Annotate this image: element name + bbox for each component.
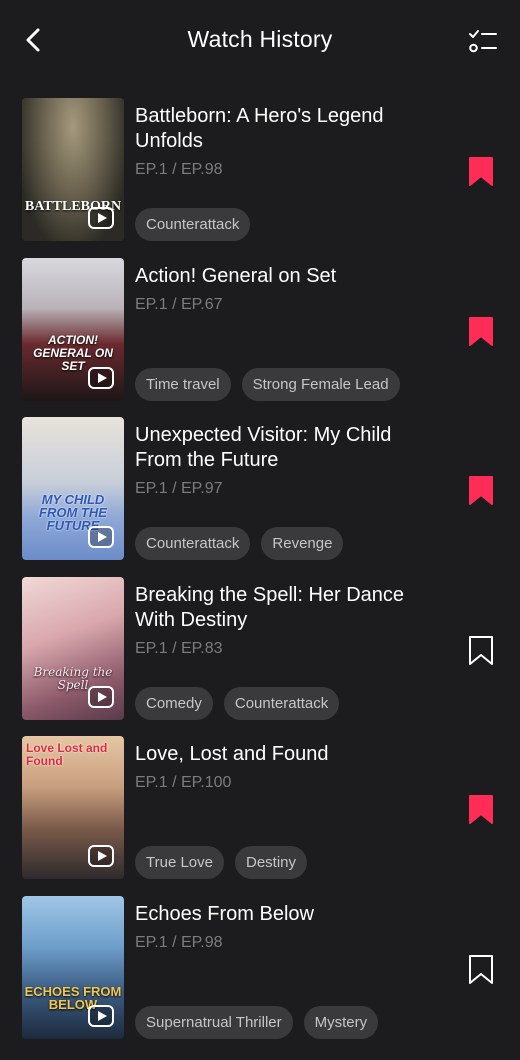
play-icon xyxy=(88,685,114,708)
episode-progress: EP.1 / EP.67 xyxy=(135,295,223,313)
poster-thumbnail[interactable]: ACTION! GENERAL ON SET xyxy=(22,257,124,401)
watch-history-screen: Watch History BATTLEBORN Battleborn: A H… xyxy=(0,0,520,1060)
play-icon xyxy=(88,207,114,229)
list-item[interactable]: Love Lost and Found Love, Lost and Found… xyxy=(0,736,520,896)
episode-progress: EP.1 / EP.98 xyxy=(135,161,223,178)
episode-progress: EP.1 / EP.97 xyxy=(135,480,223,497)
list-item[interactable]: MY CHILD FROM THE FUTURE Unexpected Visi… xyxy=(0,417,520,577)
tag-chip[interactable]: Strong Female Lead xyxy=(241,367,400,401)
play-icon xyxy=(88,366,114,389)
item-info: Action! General on Set EP.1 / EP.67 Time… xyxy=(135,264,435,401)
item-title: Battleborn: A Hero's Legend Unfolds xyxy=(135,105,384,152)
poster-thumbnail[interactable]: MY CHILD FROM THE FUTURE xyxy=(22,417,124,560)
item-title: Love, Lost and Found xyxy=(135,743,329,765)
item-info: Love, Lost and Found EP.1 / EP.100 True … xyxy=(135,742,435,879)
bookmark-outline-icon[interactable] xyxy=(467,954,495,986)
edit-list-button[interactable] xyxy=(466,24,500,58)
tag-list: Counterattack Revenge xyxy=(135,527,344,560)
item-info: Battleborn: A Hero's Legend Unfolds EP.1… xyxy=(135,104,435,241)
tag-list: Time travel Strong Female Lead xyxy=(135,367,400,401)
play-icon xyxy=(88,1004,114,1027)
header: Watch History xyxy=(0,0,520,84)
item-title: Unexpected Visitor: My Child From the Fu… xyxy=(135,424,392,471)
item-info: Unexpected Visitor: My Child From the Fu… xyxy=(135,423,435,560)
tag-chip[interactable]: Counterattack xyxy=(223,686,340,720)
tag-list: Comedy Counterattack xyxy=(135,686,340,720)
item-info: Echoes From Below EP.1 / EP.98 Supernatr… xyxy=(135,902,435,1039)
checklist-icon xyxy=(469,30,497,53)
poster-thumbnail[interactable]: BATTLEBORN xyxy=(22,98,124,241)
tag-chip[interactable]: Destiny xyxy=(234,846,308,879)
tag-list: Supernatrual Thriller Mystery xyxy=(135,1005,379,1039)
tag-chip[interactable]: True Love xyxy=(135,846,224,879)
play-icon xyxy=(88,845,114,867)
episode-progress: EP.1 / EP.83 xyxy=(135,639,223,657)
tag-list: True Love Destiny xyxy=(135,846,308,879)
tag-chip[interactable]: Mystery xyxy=(303,1005,379,1039)
item-info: Breaking the Spell: Her Dance With Desti… xyxy=(135,583,435,720)
tag-chip[interactable]: Revenge xyxy=(261,527,344,560)
history-list: BATTLEBORN Battleborn: A Hero's Legend U… xyxy=(0,98,520,1055)
poster-thumbnail[interactable]: Love Lost and Found xyxy=(22,736,124,879)
item-title: Breaking the Spell: Her Dance With Desti… xyxy=(135,583,405,631)
bookmark-filled-icon[interactable] xyxy=(467,475,495,507)
tag-chip[interactable]: Comedy xyxy=(135,686,213,720)
tag-chip[interactable]: Counterattack xyxy=(135,208,251,241)
tag-chip[interactable]: Supernatrual Thriller xyxy=(135,1005,293,1039)
play-icon xyxy=(88,526,114,548)
episode-progress: EP.1 / EP.100 xyxy=(135,774,232,791)
poster-thumbnail[interactable]: Breaking the Spell xyxy=(22,576,124,720)
episode-progress: EP.1 / EP.98 xyxy=(135,933,223,951)
list-item[interactable]: Breaking the Spell Breaking the Spell: H… xyxy=(0,576,520,737)
bookmark-filled-icon[interactable] xyxy=(467,156,495,188)
poster-title-text: Love Lost and Found xyxy=(26,741,108,768)
page-title: Watch History xyxy=(187,26,333,52)
poster-thumbnail[interactable]: ECHOES FROM BELOW xyxy=(22,895,124,1039)
tag-list: Counterattack xyxy=(135,208,251,241)
bookmark-outline-icon[interactable] xyxy=(467,635,495,667)
tag-chip[interactable]: Time travel xyxy=(135,367,231,401)
bookmark-filled-icon[interactable] xyxy=(467,316,495,348)
bookmark-filled-icon[interactable] xyxy=(467,794,495,826)
item-title: Echoes From Below xyxy=(135,902,314,925)
list-item[interactable]: BATTLEBORN Battleborn: A Hero's Legend U… xyxy=(0,98,520,258)
tag-chip[interactable]: Counterattack xyxy=(135,527,251,560)
item-title: Action! General on Set xyxy=(135,264,337,287)
list-item[interactable]: ECHOES FROM BELOW Echoes From Below EP.1… xyxy=(0,895,520,1056)
list-item[interactable]: ACTION! GENERAL ON SET Action! General o… xyxy=(0,257,520,418)
